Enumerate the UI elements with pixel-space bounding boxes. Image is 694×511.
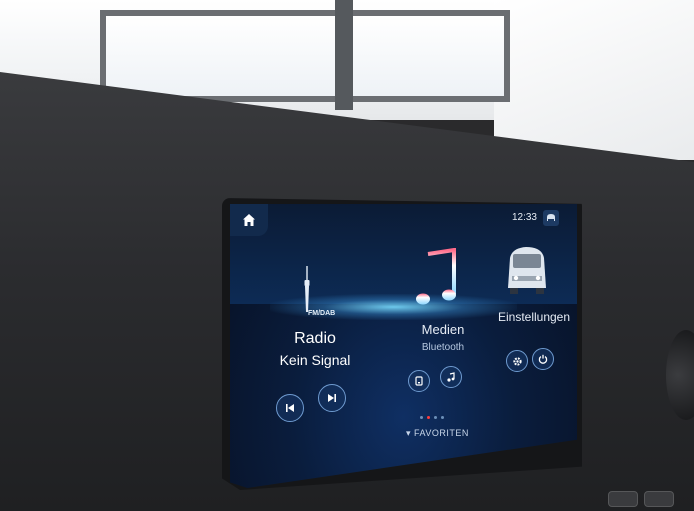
home-button[interactable] [230, 204, 268, 236]
page-dot[interactable] [434, 416, 437, 419]
gear-icon [512, 356, 522, 366]
media-source: Bluetooth [421, 342, 465, 353]
page-indicator [420, 416, 444, 419]
favorites-button[interactable]: ▾ FAVORITEN [406, 428, 469, 439]
power-icon [538, 354, 548, 364]
settings-button[interactable] [506, 350, 528, 372]
radio-status: Kein Signal [279, 352, 351, 368]
page-dot-active[interactable] [427, 416, 430, 419]
profile-icon[interactable] [543, 210, 559, 226]
hardware-buttons [608, 491, 674, 507]
chevron-down-icon: ▾ [406, 428, 415, 438]
van-icon [508, 247, 546, 294]
hardware-button [608, 491, 638, 507]
clock: 12:33 [511, 212, 537, 223]
skip-next-icon [328, 394, 336, 402]
radio-title[interactable]: Radio [270, 330, 360, 348]
infotainment-screen: 12:33 FM/DAB Radio Kein Signal Medien Bl… [230, 204, 577, 488]
music-search-button[interactable] [440, 366, 462, 388]
radio-band-label: FM/DAB [308, 310, 336, 317]
skip-previous-icon [286, 404, 294, 412]
tv-tower-icon [304, 266, 310, 312]
window-left [100, 10, 350, 102]
media-source-icon [415, 376, 423, 386]
music-search-icon [447, 372, 455, 382]
window-right [345, 10, 510, 102]
music-note-icon [416, 248, 456, 305]
media-source-button[interactable] [408, 370, 430, 392]
window-frame [335, 0, 353, 110]
home-icon [243, 214, 255, 226]
favorites-label: FAVORITEN [414, 428, 469, 438]
skip-previous-button[interactable] [276, 394, 304, 422]
settings-title[interactable]: Einstellungen [488, 310, 577, 324]
page-dot[interactable] [420, 416, 423, 419]
hardware-button [644, 491, 674, 507]
media-title[interactable]: Medien [398, 322, 488, 337]
wall-right [494, 0, 694, 160]
skip-next-button[interactable] [318, 384, 346, 412]
power-button[interactable] [532, 348, 554, 370]
page-dot[interactable] [441, 416, 444, 419]
